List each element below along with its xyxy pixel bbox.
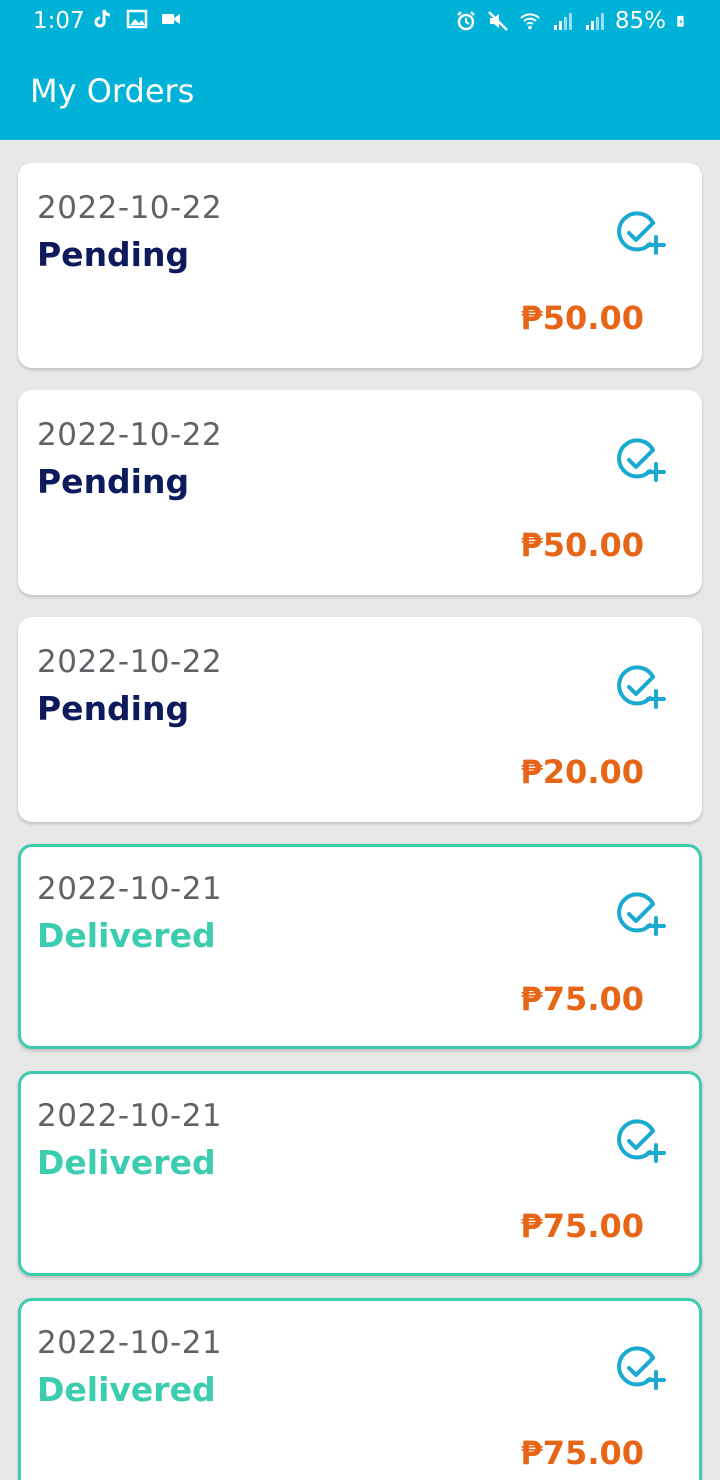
alarm-icon [456, 11, 475, 31]
video-icon [162, 14, 180, 24]
order-date: 2022-10-22 [37, 417, 223, 453]
status-right: 85% [455, 8, 690, 34]
battery-icon [677, 15, 684, 27]
orders-list[interactable]: 2022-10-22 Pending ₱50.00 2022-10-22 Pen… [0, 140, 720, 1480]
order-card[interactable]: 2022-10-21 Delivered ₱75.00 [18, 1071, 702, 1276]
order-status: Delivered [37, 1370, 216, 1409]
wifi-icon [520, 13, 540, 30]
app-bar: 1:07 85% My Orders [0, 0, 720, 140]
check-plus-icon[interactable] [616, 438, 666, 484]
page-title: My Orders [30, 72, 195, 110]
check-plus-icon[interactable] [616, 211, 666, 257]
order-date: 2022-10-21 [37, 1325, 223, 1361]
order-card[interactable]: 2022-10-22 Pending ₱20.00 [18, 617, 702, 822]
status-left-icons [92, 8, 182, 30]
tiktok-icon [94, 9, 111, 28]
check-plus-icon[interactable] [616, 1346, 666, 1392]
status-time: 1:07 [33, 8, 85, 34]
order-price: ₱20.00 [520, 753, 644, 791]
mute-icon [487, 11, 508, 31]
order-date: 2022-10-21 [37, 871, 223, 907]
check-plus-icon[interactable] [616, 665, 666, 711]
order-date: 2022-10-22 [37, 644, 223, 680]
order-price: ₱75.00 [520, 1434, 644, 1472]
order-status: Pending [37, 462, 190, 501]
order-card[interactable]: 2022-10-22 Pending ₱50.00 [18, 390, 702, 595]
order-price: ₱50.00 [520, 299, 644, 337]
order-card[interactable]: 2022-10-21 Delivered ₱75.00 [18, 844, 702, 1049]
order-date: 2022-10-21 [37, 1098, 223, 1134]
order-status: Delivered [37, 916, 216, 955]
order-card[interactable]: 2022-10-21 Delivered ₱75.00 [18, 1298, 702, 1480]
check-plus-icon[interactable] [616, 1119, 666, 1165]
signal-icon [585, 13, 604, 30]
order-price: ₱75.00 [520, 980, 644, 1018]
order-date: 2022-10-22 [37, 190, 223, 226]
image-icon [126, 9, 148, 29]
order-status: Delivered [37, 1143, 216, 1182]
order-status: Pending [37, 689, 190, 728]
check-plus-icon[interactable] [616, 892, 666, 938]
order-price: ₱50.00 [520, 526, 644, 564]
status-bar: 1:07 85% [0, 0, 720, 46]
order-price: ₱75.00 [520, 1207, 644, 1245]
battery-percent: 85% [614, 8, 666, 34]
signal-icon [553, 13, 572, 30]
order-status: Pending [37, 235, 190, 274]
order-card[interactable]: 2022-10-22 Pending ₱50.00 [18, 163, 702, 368]
